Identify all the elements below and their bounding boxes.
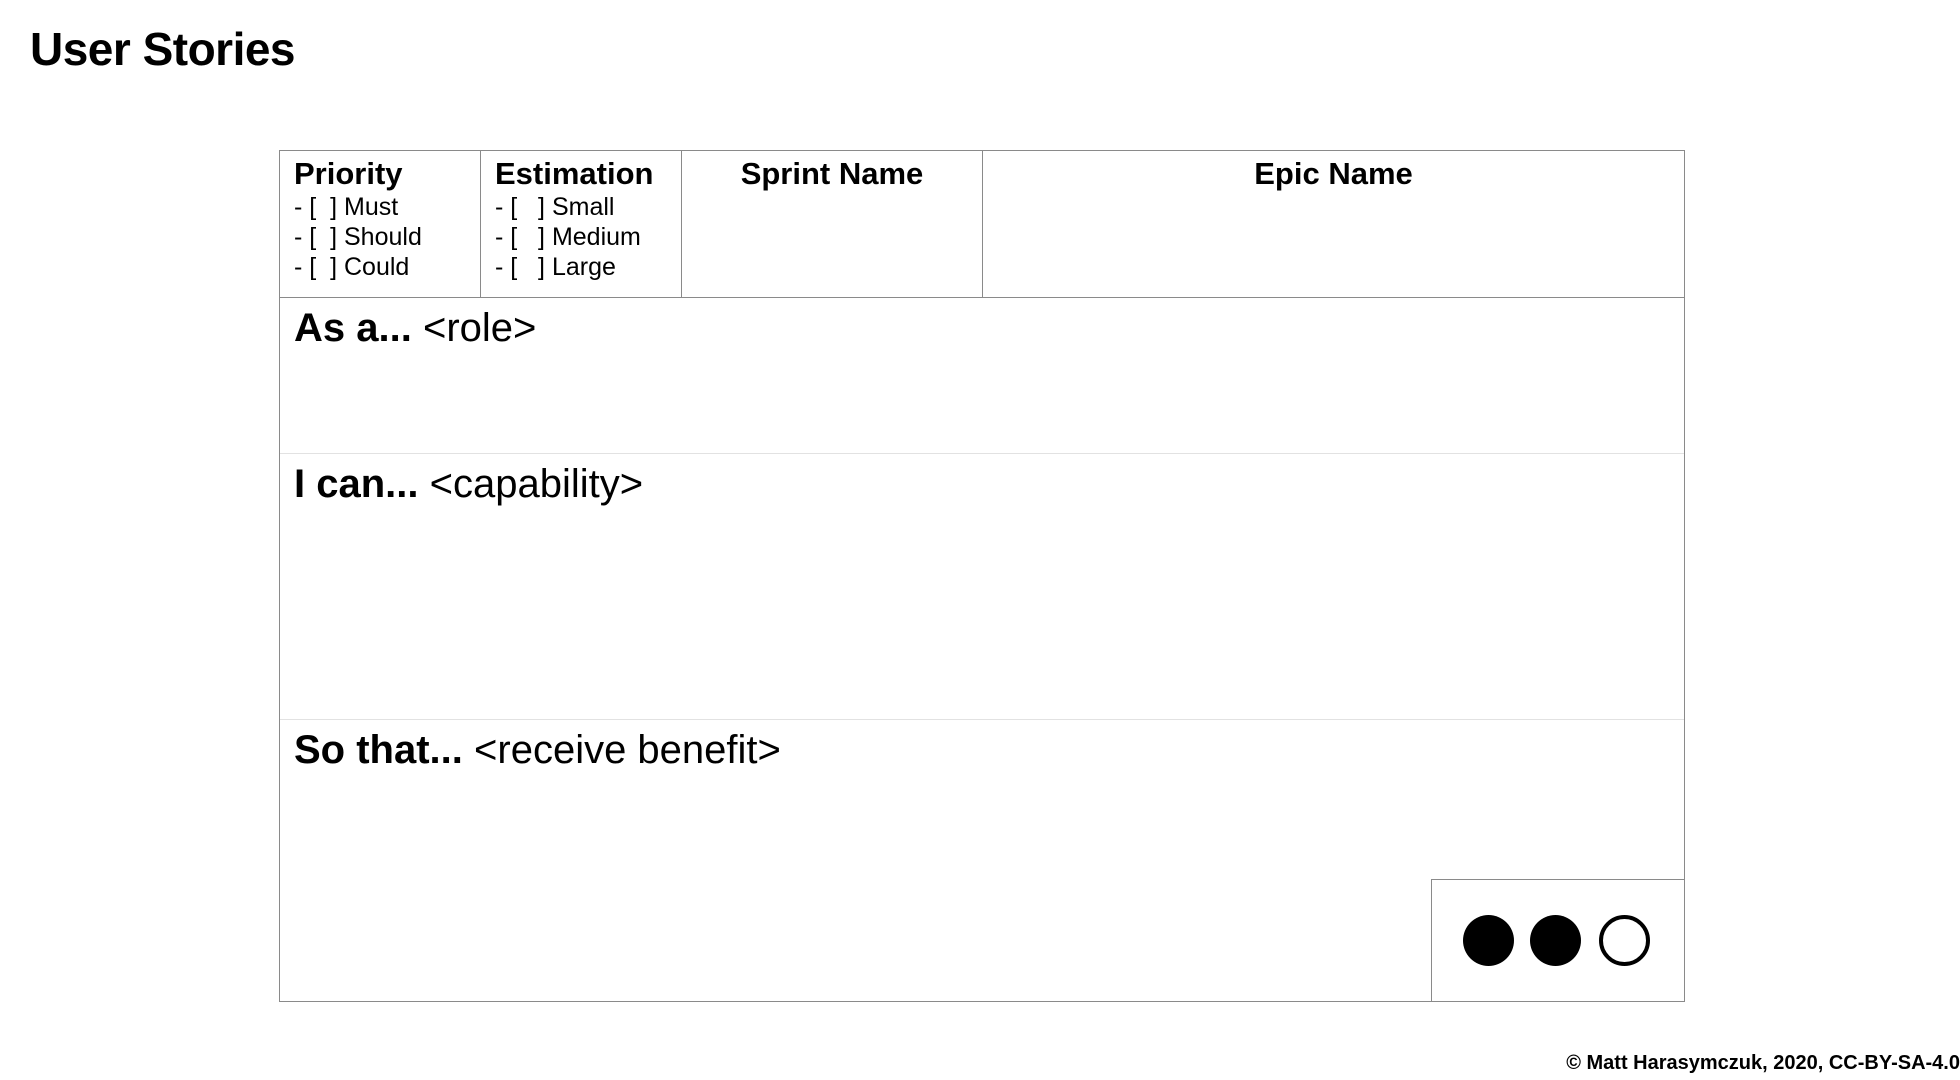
epic-name-title: Epic Name — [1254, 156, 1413, 191]
copyright-footer: © Matt Harasymczuk, 2020, CC-BY-SA-4.0 — [1566, 1052, 1960, 1074]
page-title: User Stories — [30, 23, 296, 75]
dot-indicator-2 — [1530, 915, 1581, 966]
estimation-title: Estimation — [495, 156, 654, 191]
user-story-card: Priority - [ ] Must - [ ] Should - [ ] C… — [279, 150, 1685, 1002]
estimation-cell: Estimation - [ ] Small - [ ] Medium - [ … — [481, 151, 682, 297]
sprint-name-cell[interactable]: Sprint Name — [682, 151, 983, 297]
dot-indicator-3 — [1599, 915, 1650, 966]
role-prefix: As a... — [294, 306, 412, 350]
dots-indicator-box — [1431, 879, 1685, 1002]
role-placeholder: <role> — [422, 306, 537, 350]
estimation-option-medium[interactable]: - [ ] Medium — [495, 222, 681, 252]
priority-option-should[interactable]: - [ ] Should — [294, 222, 480, 252]
priority-cell: Priority - [ ] Must - [ ] Should - [ ] C… — [280, 151, 481, 297]
priority-option-must[interactable]: - [ ] Must — [294, 192, 480, 222]
card-header-row: Priority - [ ] Must - [ ] Should - [ ] C… — [280, 151, 1684, 298]
benefit-placeholder: <receive benefit> — [474, 728, 781, 772]
estimation-options: - [ ] Small - [ ] Medium - [ ] Large — [495, 192, 681, 282]
priority-option-could[interactable]: - [ ] Could — [294, 252, 480, 282]
epic-name-cell[interactable]: Epic Name — [983, 151, 1684, 297]
benefit-prefix: So that... — [294, 728, 463, 772]
capability-prefix: I can... — [294, 462, 419, 506]
capability-placeholder: <capability> — [429, 462, 644, 506]
estimation-option-large[interactable]: - [ ] Large — [495, 252, 681, 282]
role-section[interactable]: As a... <role> — [280, 298, 1684, 454]
sprint-name-title: Sprint Name — [740, 156, 924, 191]
priority-options: - [ ] Must - [ ] Should - [ ] Could — [294, 192, 480, 282]
capability-section[interactable]: I can... <capability> — [280, 454, 1684, 720]
priority-title: Priority — [294, 156, 403, 191]
estimation-option-small[interactable]: - [ ] Small — [495, 192, 681, 222]
dot-indicator-1 — [1463, 915, 1514, 966]
